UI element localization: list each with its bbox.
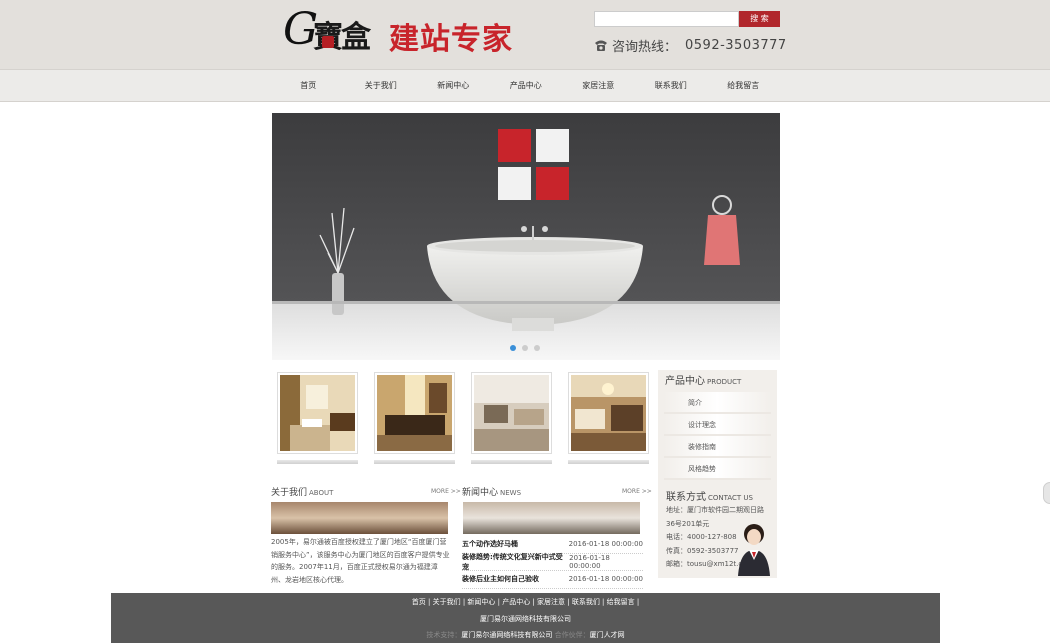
search-input[interactable] <box>594 11 739 27</box>
hotline: 咨询热线： 0592-3503777 <box>594 36 787 55</box>
side-scroll-handle[interactable] <box>1043 482 1050 504</box>
news-item[interactable]: 装修后业主如何自己验收 2016-01-18 00:00:00 <box>462 571 643 589</box>
product-card[interactable] <box>374 372 455 472</box>
site-footer: 首页 | 关于我们 | 新闻中心 | 产品中心 | 家居注意 | 联系我们 | … <box>111 593 940 643</box>
site-header: G 寶盒 建站专家 搜 索 咨询热线： 0592-3503777 <box>0 0 1050 69</box>
about-title: 关于我们 <box>271 488 308 498</box>
product-card[interactable] <box>277 372 358 472</box>
sidebar-item-trends[interactable]: 风格趋势 <box>664 458 771 480</box>
footer-partner-label: 合作伙伴： <box>554 631 590 639</box>
footer-company: 厦门易尔通网络科技有限公司 <box>480 615 571 623</box>
news-item-title[interactable]: 装修后业主如何自己验收 <box>462 574 539 584</box>
contact-title-en: CONTACT US <box>708 494 753 502</box>
about-text: 2005年，易尔通被百度授权建立了厦门地区“百度厦门营销服务中心”，该服务中心为… <box>271 538 450 584</box>
logo-slogan: 建站专家 <box>389 22 513 57</box>
news-item-date: 2016-01-18 00:00:00 <box>568 540 643 549</box>
footer-partner[interactable]: 厦门人才网 <box>590 631 625 639</box>
customer-service-avatar <box>738 524 770 576</box>
product-card[interactable] <box>471 372 552 472</box>
footer-links[interactable]: 首页 | 关于我们 | 新闻中心 | 产品中心 | 家居注意 | 联系我们 | … <box>111 597 940 607</box>
news-item-title[interactable]: 五个动作选好马桶 <box>462 539 518 549</box>
nav-item-home-tips[interactable]: 家居注意 <box>562 70 635 102</box>
news-more-link[interactable]: MORE >> <box>622 488 652 495</box>
contact-title-cn: 联系方式 <box>666 492 706 503</box>
footer-tech-support: 技术支持：厦门易尔通网络科技有限公司 合作伙伴：厦门人才网 <box>111 630 940 640</box>
footer-tech-label: 技术支持： <box>426 631 462 639</box>
banner-image <box>272 113 780 360</box>
nav-item-message[interactable]: 给我留言 <box>707 70 780 102</box>
site-logo[interactable]: G 寶盒 建站专家 <box>283 4 523 57</box>
product-image <box>474 375 549 451</box>
sidebar-item-intro[interactable]: 简介 <box>664 392 771 414</box>
about-image <box>271 502 448 534</box>
product-card[interactable] <box>568 372 649 472</box>
logo-chars: 寶盒 <box>313 20 371 55</box>
about-title-en: ABOUT <box>309 489 334 497</box>
sidebar-title-en: PRODUCT <box>707 378 742 386</box>
news-title-en: NEWS <box>500 489 522 497</box>
news-section-title: 新闻中心 NEWS <box>462 485 521 499</box>
sidebar-menu: 简介 设计理念 装修指南 风格趋势 <box>664 392 771 480</box>
sidebar-item-design[interactable]: 设计理念 <box>664 414 771 436</box>
nav-item-home[interactable]: 首页 <box>272 70 345 102</box>
news-title: 新闻中心 <box>462 488 499 498</box>
banner-slider[interactable] <box>272 113 780 360</box>
product-thumbnails <box>272 372 652 472</box>
news-item-title[interactable]: 装修趋势:传统文化复兴新中式受宠 <box>462 552 569 572</box>
news-list: 五个动作选好马桶 2016-01-18 00:00:00 装修趋势:传统文化复兴… <box>462 536 643 589</box>
logo-seal-icon <box>322 36 334 48</box>
product-image <box>377 375 452 451</box>
banner-pagination <box>0 345 1050 351</box>
news-item-date: 2016-01-18 00:00:00 <box>569 553 610 570</box>
nav-item-news[interactable]: 新闻中心 <box>417 70 490 102</box>
news-item[interactable]: 装修趋势:传统文化复兴新中式受宠 2016-01-18 00:00:00 <box>462 552 643 572</box>
banner-dot[interactable] <box>510 345 516 351</box>
product-image <box>571 375 646 451</box>
phone-icon <box>595 40 607 51</box>
nav-item-about[interactable]: 关于我们 <box>345 70 418 102</box>
hotline-number: 0592-3503777 <box>685 37 787 53</box>
hotline-label: 咨询热线： <box>612 39 678 55</box>
nav-item-contact[interactable]: 联系我们 <box>635 70 708 102</box>
nav-item-products[interactable]: 产品中心 <box>490 70 563 102</box>
product-image <box>280 375 355 451</box>
banner-dot[interactable] <box>534 345 540 351</box>
sidebar-title-cn: 产品中心 <box>665 376 705 387</box>
news-item-date: 2016-01-18 00:00:00 <box>568 575 643 584</box>
about-more-link[interactable]: MORE >> <box>431 488 461 495</box>
sidebar: 产品中心 PRODUCT 简介 设计理念 装修指南 风格趋势 联系方式 CONTAC… <box>658 370 777 578</box>
about-section-title: 关于我们 ABOUT <box>271 485 333 499</box>
sidebar-item-guide[interactable]: 装修指南 <box>664 436 771 458</box>
banner-dot[interactable] <box>522 345 528 351</box>
search-button[interactable]: 搜 索 <box>739 11 780 27</box>
contact-title: 联系方式 CONTACT US <box>666 488 753 503</box>
news-image <box>463 502 640 534</box>
sidebar-title: 产品中心 PRODUCT <box>665 372 741 387</box>
footer-tech-company[interactable]: 厦门易尔通网络科技有限公司 <box>461 631 552 639</box>
main-nav: 首页 关于我们 新闻中心 产品中心 家居注意 联系我们 给我留言 <box>0 69 1050 102</box>
